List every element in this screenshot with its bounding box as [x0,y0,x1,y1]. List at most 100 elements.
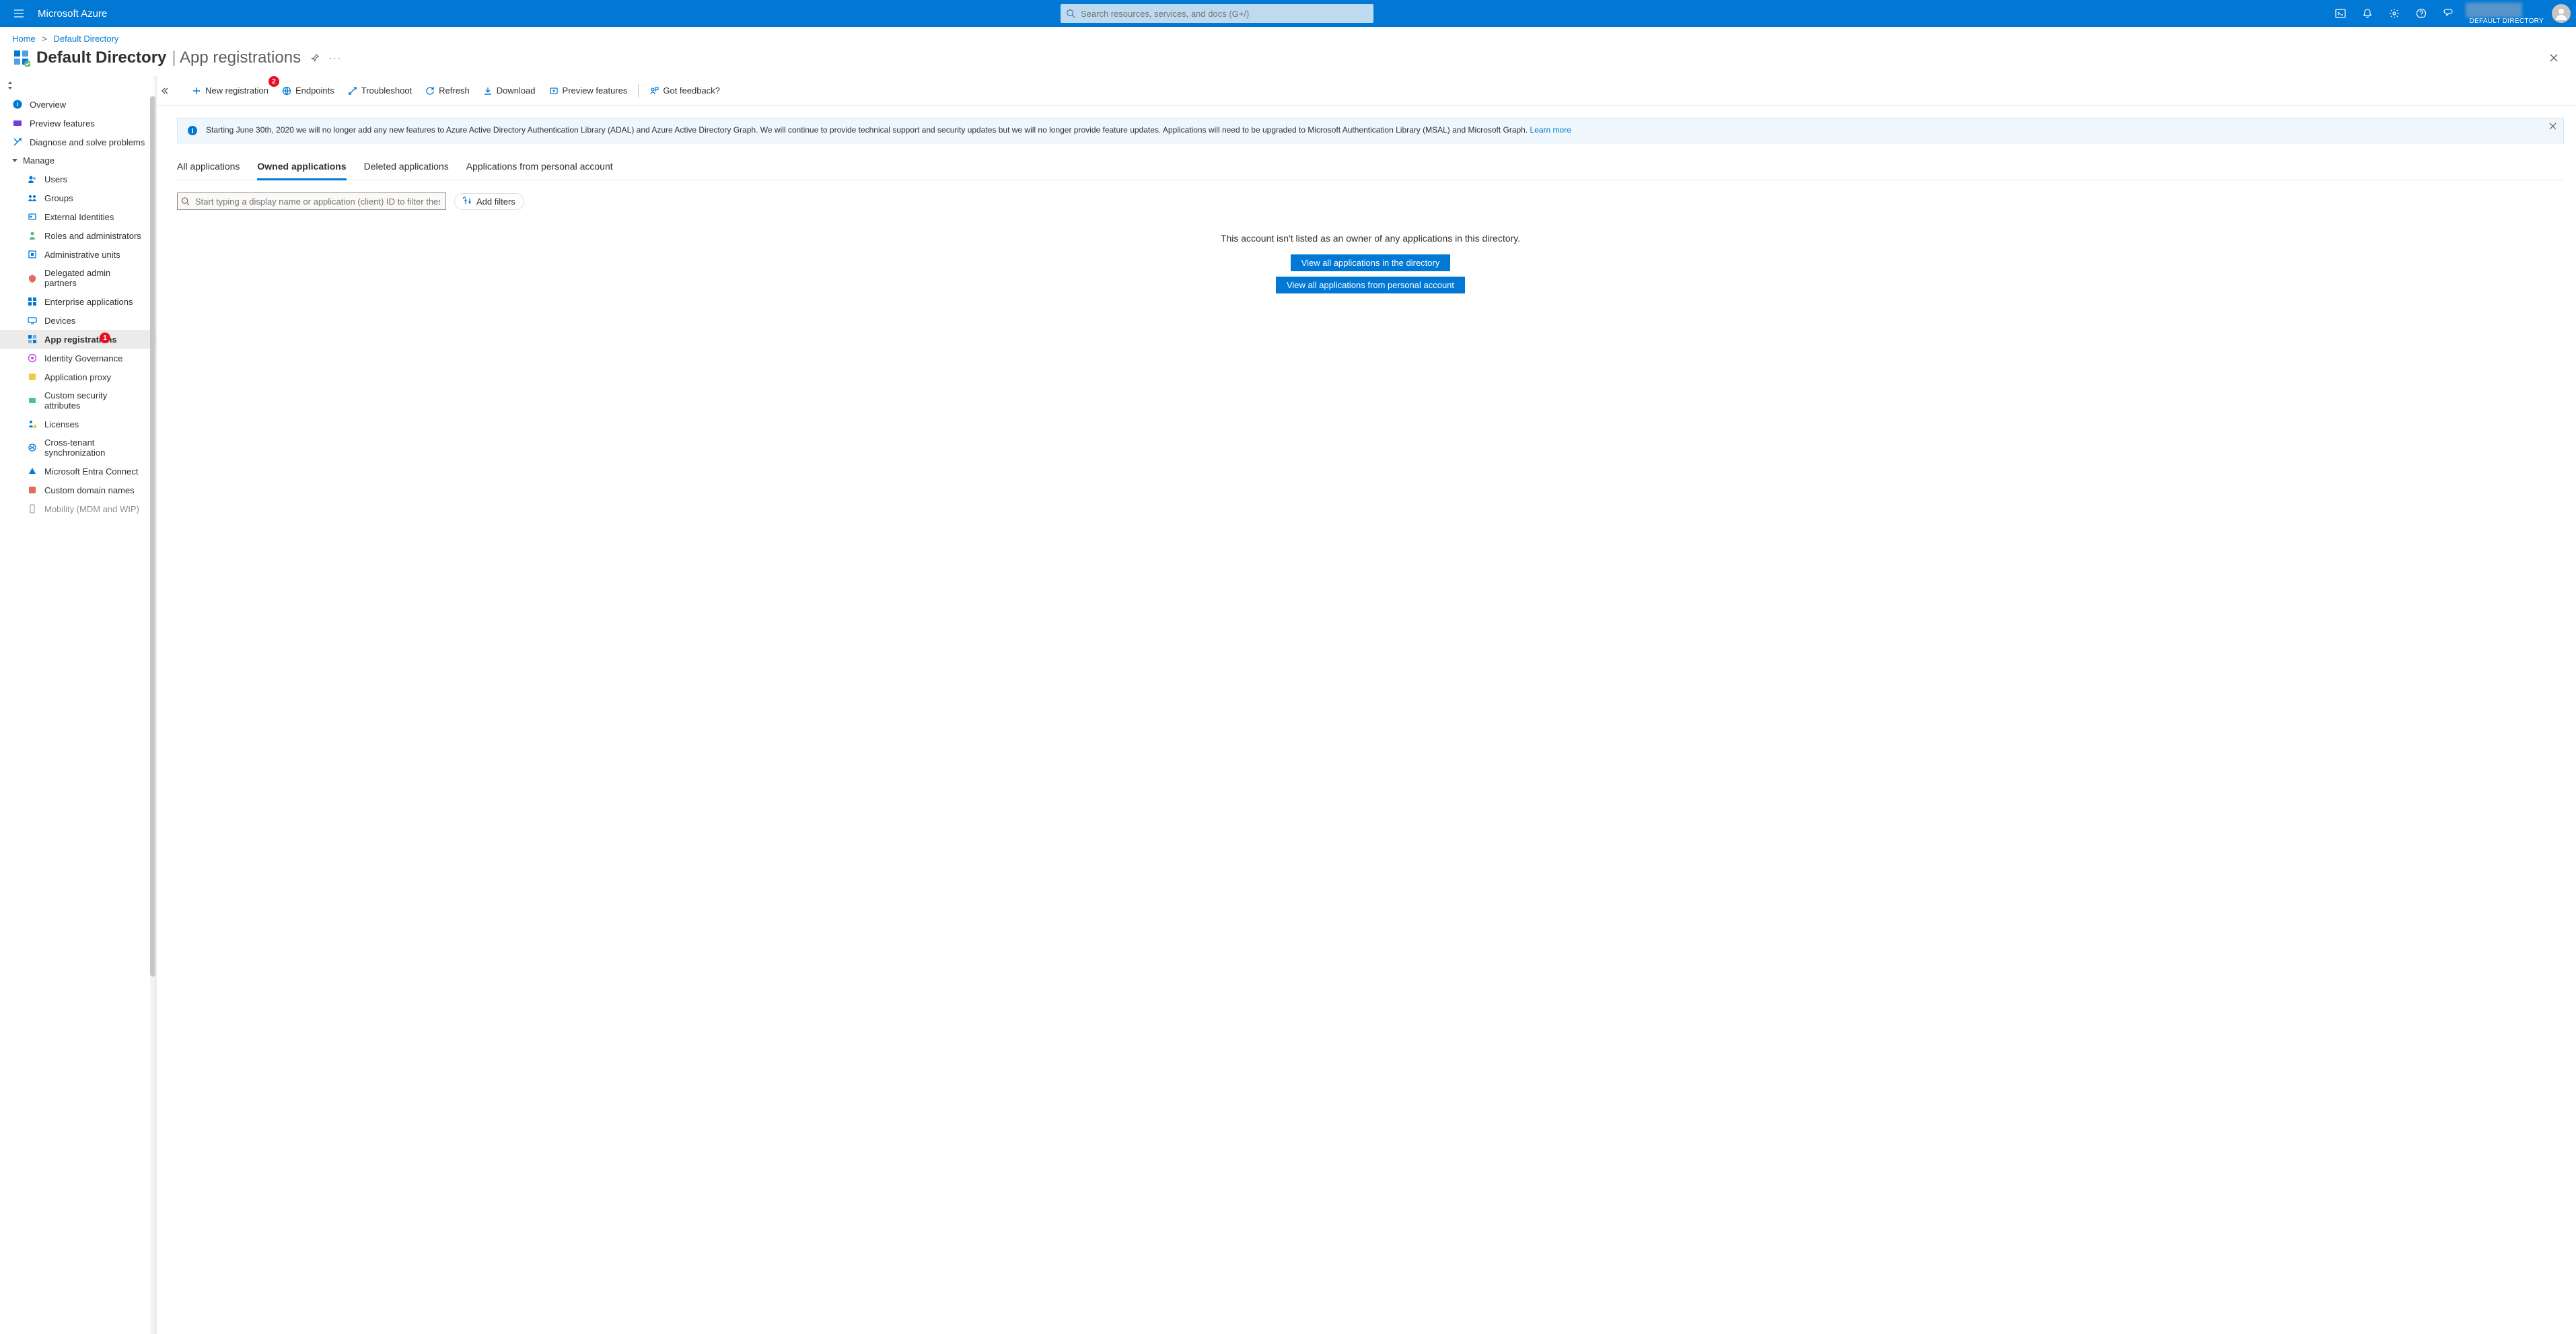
close-icon [2549,53,2559,63]
hamburger-icon [13,8,24,19]
info-banner-link[interactable]: Learn more [1530,125,1571,135]
roles-icon [27,230,38,241]
cmd-new-registration[interactable]: New registration 2 [185,76,275,105]
globe-icon [282,86,291,96]
pin-icon [310,53,320,63]
sidebar-item-roles[interactable]: Roles and administrators [0,226,156,245]
page-title: Default Directory App registrations [36,48,301,67]
sidebar-item-entra-connect[interactable]: Microsoft Entra Connect [0,462,156,481]
sidebar-item-groups[interactable]: Groups [0,188,156,207]
collapse-sidebar-button[interactable] [157,87,173,95]
cloud-shell-icon [2335,8,2346,19]
info-banner-dismiss[interactable] [2549,122,2556,130]
admin-units-icon [27,249,38,260]
custom-domains-icon [27,485,38,495]
hamburger-button[interactable] [5,0,32,27]
gear-icon [2389,8,2400,19]
sidebar-item-identity-governance[interactable]: Identity Governance [0,349,156,367]
cloud-shell-button[interactable] [2327,0,2354,27]
svg-text:i: i [17,101,19,108]
sidebar-group-manage[interactable]: Manage [0,151,156,170]
tenant-label: DEFAULT DIRECTORY [2466,17,2548,25]
info-banner-text: Starting June 30th, 2020 we will no long… [206,125,1571,136]
info-icon: i [12,99,23,110]
close-icon [2549,122,2556,130]
sidebar-item-cross-tenant[interactable]: Cross-tenant synchronization [0,433,156,462]
help-icon [2416,8,2427,19]
sidebar-item-external-identities[interactable]: External Identities [0,207,156,226]
sidebar-item-admin-units[interactable]: Administrative units [0,245,156,264]
sidebar-item-users[interactable]: Users [0,170,156,188]
settings-button[interactable] [2381,0,2408,27]
feedback-icon [2443,8,2454,19]
info-banner: i Starting June 30th, 2020 we will no lo… [177,118,2564,143]
preview-icon [12,118,23,129]
cmd-troubleshoot[interactable]: Troubleshoot [341,76,419,105]
tab-all-applications[interactable]: All applications [177,155,240,180]
search-icon [181,197,190,206]
sidebar-item-custom-security[interactable]: Custom security attributes [0,386,156,415]
global-search-input[interactable] [1061,4,1373,23]
sidebar-scroll-thumb[interactable] [150,96,155,977]
applications-filter-input[interactable] [177,192,446,210]
plus-icon [192,86,201,96]
filter-icon [463,197,472,206]
app-proxy-icon [27,372,38,382]
cmd-endpoints[interactable]: Endpoints [275,76,341,105]
sidebar-item-mobility[interactable]: Mobility (MDM and WIP) [0,499,156,518]
sidebar-badge: 1 [100,332,110,343]
groups-icon [27,192,38,203]
cmd-separator [638,84,639,98]
sidebar-item-preview-features[interactable]: Preview features [0,114,156,133]
entra-connect-icon [27,466,38,477]
help-button[interactable] [2408,0,2435,27]
cmd-got-feedback[interactable]: Got feedback? [643,76,727,105]
search-icon [1066,9,1075,18]
person-feedback-icon [649,86,659,96]
svg-text:i: i [191,127,193,135]
sidebar-item-delegated[interactable]: Delegated admin partners [0,264,156,292]
licenses-icon [27,419,38,429]
sidebar-item-licenses[interactable]: Licenses [0,415,156,433]
page-title-row: Default Directory App registrations ··· [0,48,2576,76]
breadcrumb: Home > Default Directory [0,27,2576,48]
delegated-icon [27,273,38,283]
add-filters-button[interactable]: Add filters [454,193,524,210]
cmd-preview-features[interactable]: Preview features [542,76,635,105]
tab-personal-applications[interactable]: Applications from personal account [466,155,613,180]
chevron-double-left-icon [161,87,169,95]
view-all-directory-button[interactable]: View all applications in the directory [1291,254,1451,271]
tab-owned-applications[interactable]: Owned applications [257,155,346,180]
identity-governance-icon [27,353,38,363]
download-icon [483,86,493,96]
account-avatar[interactable] [2552,4,2571,23]
sort-icon [7,81,13,90]
breadcrumb-current[interactable]: Default Directory [54,34,119,44]
sidebar-item-overview[interactable]: iOverview [0,95,156,114]
sidebar-sort-button[interactable] [7,81,13,90]
filters-row: Add filters [177,192,2564,210]
notifications-button[interactable] [2354,0,2381,27]
sidebar-item-devices[interactable]: Devices [0,311,156,330]
devices-icon [27,315,38,326]
tab-deleted-applications[interactable]: Deleted applications [364,155,449,180]
empty-state: This account isn't listed as an owner of… [177,233,2564,296]
info-icon: i [187,125,201,136]
breadcrumb-home[interactable]: Home [12,34,36,44]
sidebar-item-enterprise-apps[interactable]: Enterprise applications [0,292,156,311]
more-button[interactable]: ··· [329,53,342,63]
diagnose-icon [12,137,23,147]
sidebar-item-diagnose[interactable]: Diagnose and solve problems [0,133,156,151]
view-all-personal-button[interactable]: View all applications from personal acco… [1276,277,1465,293]
cmd-refresh[interactable]: Refresh [419,76,476,105]
feedback-button[interactable] [2435,0,2462,27]
brand-label: Microsoft Azure [38,8,107,20]
pin-button[interactable] [310,53,320,63]
user-icon [2554,7,2568,20]
close-button[interactable] [2544,48,2564,68]
sidebar-item-app-proxy[interactable]: Application proxy [0,367,156,386]
enterprise-apps-icon [27,296,38,307]
sidebar-item-custom-domains[interactable]: Custom domain names [0,481,156,499]
cmd-download[interactable]: Download [476,76,542,105]
sidebar-item-app-registrations[interactable]: App registrations 1 [0,330,156,349]
